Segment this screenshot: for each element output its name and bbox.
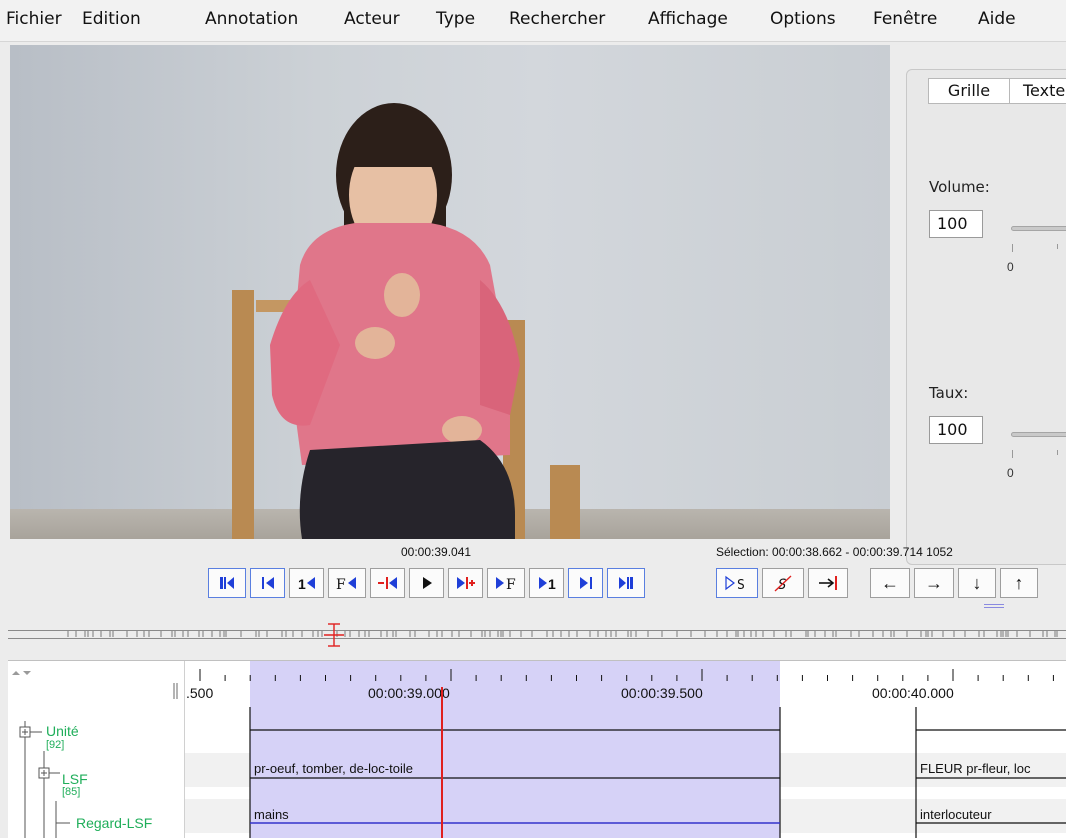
- svg-text:1: 1: [298, 576, 306, 591]
- tab-grille[interactable]: Grille: [928, 78, 1010, 104]
- up-arrow-icon[interactable]: ↑: [1000, 568, 1038, 598]
- rate-label: Taux:: [929, 384, 969, 402]
- ruler-label-500: .500: [186, 685, 214, 701]
- tier-name-regard-lsf[interactable]: Regard-LSF: [76, 815, 152, 831]
- right-arrow-icon[interactable]: →: [914, 568, 954, 598]
- ruler-label-39000: 00:00:39.000: [368, 685, 450, 701]
- play-selection-button[interactable]: S: [716, 568, 758, 598]
- down-arrow-icon[interactable]: ↓: [958, 568, 996, 598]
- selection-info: Sélection: 00:00:38.662 - 00:00:39.714 1…: [716, 545, 953, 559]
- tier-tracks[interactable]: pr-oeuf, tomber, de-loc-toile FLEUR pr-f…: [185, 707, 1066, 838]
- previous-boundary-button[interactable]: [370, 568, 405, 598]
- back-one-button[interactable]: 1: [289, 568, 324, 598]
- timeline-viewer[interactable]: Unité [92] LSF [85] Regard-LSF .500 00:0…: [8, 660, 1066, 838]
- left-arrow-icon[interactable]: ←: [870, 568, 910, 598]
- svg-text:F: F: [506, 577, 516, 591]
- menu-fichier[interactable]: Fichier: [6, 9, 62, 29]
- annotation-lsf-2[interactable]: FLEUR pr-fleur, loc: [920, 761, 1031, 776]
- splitter-handle[interactable]: [984, 604, 1004, 608]
- next-frame-button[interactable]: [568, 568, 603, 598]
- volume-slider[interactable]: [1011, 226, 1066, 231]
- menu-type[interactable]: Type: [436, 9, 475, 29]
- clear-selection-button[interactable]: S: [762, 568, 804, 598]
- annotation-lsf-1[interactable]: pr-oeuf, tomber, de-loc-toile: [254, 761, 413, 776]
- ruler-label-40000: 00:00:40.000: [872, 685, 954, 701]
- previous-f-button[interactable]: F: [328, 568, 366, 598]
- annotation-regard-1[interactable]: mains: [254, 807, 289, 822]
- rate-slider[interactable]: [1011, 432, 1066, 437]
- tier-name-unite[interactable]: Unité: [46, 723, 79, 739]
- volume-label: Volume:: [929, 178, 990, 196]
- next-f-button[interactable]: F: [487, 568, 525, 598]
- menu-affichage[interactable]: Affichage: [648, 9, 728, 29]
- go-to-end-button[interactable]: [607, 568, 645, 598]
- menu-edition[interactable]: Edition: [82, 9, 141, 29]
- svg-text:S: S: [737, 578, 745, 591]
- ruler-label-39500: 00:00:39.500: [621, 685, 703, 701]
- menu-bar: Fichier Edition Annotation Acteur Type R…: [0, 0, 1066, 42]
- menu-acteur[interactable]: Acteur: [344, 9, 400, 29]
- rate-tick-label: 0: [1007, 466, 1014, 480]
- play-button[interactable]: [409, 568, 444, 598]
- menu-fenetre[interactable]: Fenêtre: [873, 9, 937, 29]
- side-panel: Grille Texte Volume: 100 0 Taux: 100 0: [892, 45, 1066, 575]
- forward-one-button[interactable]: 1: [529, 568, 564, 598]
- menu-options[interactable]: Options: [770, 9, 836, 29]
- crosshair-line: [441, 687, 443, 838]
- overview-ticks: [67, 623, 1058, 647]
- volume-input[interactable]: 100: [929, 210, 983, 238]
- svg-text:F: F: [336, 577, 346, 591]
- controls-box: Grille Texte Volume: 100 0 Taux: 100 0: [906, 69, 1066, 565]
- previous-frame-button[interactable]: [250, 568, 285, 598]
- tier-name-lsf[interactable]: LSF: [62, 771, 88, 787]
- annotation-regard-2[interactable]: interlocuteur: [920, 807, 992, 822]
- tier-count-lsf: [85]: [62, 786, 81, 798]
- menu-annotation[interactable]: Annotation: [205, 9, 298, 29]
- selection-mode-button[interactable]: [808, 568, 848, 598]
- tab-texte[interactable]: Texte: [1009, 78, 1066, 104]
- menu-rechercher[interactable]: Rechercher: [509, 9, 605, 29]
- rate-input[interactable]: 100: [929, 416, 983, 444]
- go-to-begin-button[interactable]: [208, 568, 246, 598]
- time-ruler[interactable]: .500 00:00:39.000 00:00:39.500 00:00:40.…: [185, 661, 1066, 707]
- next-boundary-plus-button[interactable]: [448, 568, 483, 598]
- tier-header: Unité [92] LSF [85] Regard-LSF: [8, 661, 185, 838]
- video-player[interactable]: [10, 45, 890, 539]
- current-time: 00:00:39.041: [401, 545, 472, 559]
- overview-strip[interactable]: [8, 622, 1066, 648]
- elan-window: Fichier Edition Annotation Acteur Type R…: [0, 0, 1066, 838]
- tier-count-unite: [92]: [46, 739, 65, 751]
- svg-text:1: 1: [548, 576, 556, 591]
- volume-tick-label: 0: [1007, 260, 1014, 274]
- menu-aide[interactable]: Aide: [978, 9, 1016, 29]
- video-frame-image: [232, 103, 580, 539]
